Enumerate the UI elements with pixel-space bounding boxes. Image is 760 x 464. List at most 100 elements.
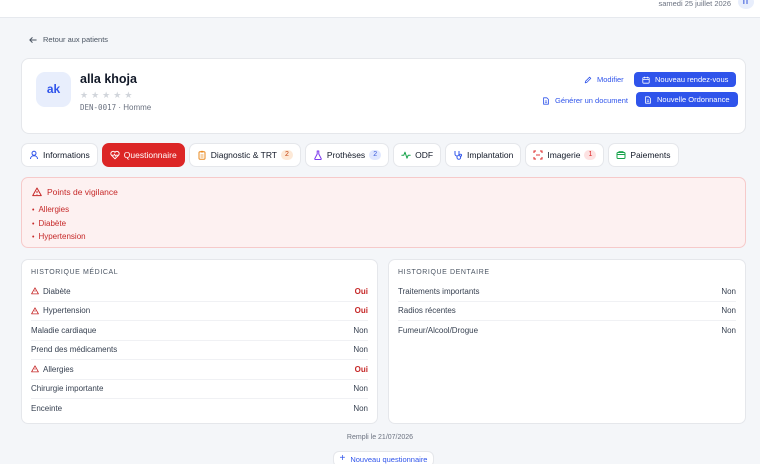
tab-label: Imagerie bbox=[547, 150, 581, 160]
star-icon[interactable]: ★ bbox=[102, 91, 110, 100]
patient-gender: Homme bbox=[123, 103, 152, 112]
tab-count-badge: 2 bbox=[369, 150, 382, 160]
wallet-icon bbox=[616, 151, 626, 159]
document-icon bbox=[645, 95, 651, 104]
stethoscope-icon bbox=[454, 151, 463, 160]
tab-protheses[interactable]: Prothèses 2 bbox=[304, 143, 390, 167]
alert-item: Hypertension bbox=[32, 230, 85, 244]
warning-icon bbox=[31, 287, 39, 295]
table-row: Maladie cardiaque Non bbox=[31, 321, 368, 341]
table-row: Fumeur/Alcool/Drogue Non bbox=[398, 321, 736, 341]
row-label: Fumeur/Alcool/Drogue bbox=[398, 326, 479, 336]
patient-rating[interactable]: ★ ★ ★ ★ ★ bbox=[80, 91, 132, 100]
row-label: Allergies bbox=[43, 364, 74, 374]
star-icon[interactable]: ★ bbox=[91, 91, 99, 100]
plus-icon: + bbox=[339, 453, 346, 464]
tab-questionnaire[interactable]: Questionnaire bbox=[101, 143, 185, 167]
table-row: Enceinte Non bbox=[31, 399, 368, 419]
tab-label: Prothèses bbox=[326, 150, 366, 160]
patient-meta: DEN-0017 · Homme bbox=[80, 103, 151, 112]
row-value: Oui bbox=[354, 364, 368, 374]
tab-informations[interactable]: Informations bbox=[21, 143, 98, 167]
user-icon bbox=[30, 150, 38, 160]
patient-code: DEN-0017 bbox=[80, 103, 117, 112]
tab-count-badge: 1 bbox=[584, 150, 597, 160]
tab-label: Informations bbox=[43, 150, 90, 160]
heart-pulse-icon bbox=[110, 150, 120, 160]
tab-implantation[interactable]: Implantation bbox=[445, 143, 522, 167]
warning-icon bbox=[32, 187, 42, 197]
patient-name: alla khoja bbox=[80, 72, 137, 86]
tab-label: Implantation bbox=[467, 150, 514, 160]
arrow-left-icon bbox=[29, 36, 37, 43]
table-row: Traitements importants Non bbox=[398, 282, 736, 302]
table-row: Allergies Oui bbox=[31, 360, 368, 380]
tab-label: Questionnaire bbox=[123, 150, 177, 160]
star-icon[interactable]: ★ bbox=[124, 91, 132, 100]
row-value: Non bbox=[721, 286, 736, 296]
edit-button[interactable]: Modifier bbox=[584, 75, 624, 84]
back-label: Retour aux patients bbox=[43, 35, 109, 44]
alert-list: Allergies Diabète Hypertension bbox=[32, 203, 86, 244]
row-label: Maladie cardiaque bbox=[31, 325, 97, 335]
table-row: Hypertension Oui bbox=[31, 302, 368, 321]
row-label: Prend des médicaments bbox=[31, 345, 118, 355]
tab-label: Diagnostic & TRT bbox=[210, 150, 277, 160]
filled-date: Rempli le 21/07/2026 bbox=[346, 434, 414, 441]
row-value: Oui bbox=[354, 306, 368, 316]
dental-history-panel: HISTORIQUE DENTAIRE Traitements importan… bbox=[388, 259, 746, 424]
table-row: Chirurgie importante Non bbox=[31, 380, 368, 399]
tab-count-badge: 2 bbox=[281, 150, 293, 160]
row-label: Radios récentes bbox=[398, 306, 456, 316]
tab-diagnostic[interactable]: Diagnostic & TRT 2 bbox=[188, 143, 301, 167]
new-questionnaire-label: Nouveau questionnaire bbox=[350, 454, 428, 464]
tab-label: Paiements bbox=[630, 150, 671, 160]
tab-imagerie[interactable]: Imagerie 1 bbox=[525, 143, 605, 167]
flask-icon bbox=[314, 150, 322, 160]
new-appointment-label: Nouveau rendez-vous bbox=[655, 75, 729, 84]
tab-odf[interactable]: ODF bbox=[393, 143, 442, 167]
row-value: Non bbox=[353, 345, 368, 355]
row-value: Non bbox=[721, 326, 736, 336]
row-value: Non bbox=[353, 404, 368, 414]
panel-title: HISTORIQUE DENTAIRE bbox=[398, 269, 490, 276]
pencil-icon bbox=[584, 76, 592, 83]
star-icon[interactable]: ★ bbox=[113, 91, 121, 100]
alert-title: Points de vigilance bbox=[32, 187, 118, 197]
star-icon[interactable]: ★ bbox=[80, 91, 88, 100]
new-prescription-button[interactable]: Nouvelle Ordonnance bbox=[636, 92, 738, 107]
vigilance-alert: Points de vigilance Allergies Diabète Hy… bbox=[21, 177, 746, 248]
document-icon bbox=[543, 96, 549, 105]
panel-title: HISTORIQUE MÉDICAL bbox=[31, 269, 119, 276]
patient-tabs: Informations Questionnaire Diagnostic & … bbox=[21, 143, 679, 167]
clipboard-icon bbox=[198, 150, 206, 160]
row-label: Hypertension bbox=[43, 306, 91, 316]
user-avatar[interactable]: IT bbox=[738, 0, 754, 9]
generate-document-label: Générer un document bbox=[555, 96, 628, 105]
table-row: Diabète Oui bbox=[31, 282, 368, 302]
back-to-patients-link[interactable]: Retour aux patients bbox=[29, 35, 108, 44]
row-value: Oui bbox=[354, 286, 368, 296]
row-label: Diabète bbox=[43, 286, 71, 296]
table-row: Radios récentes Non bbox=[398, 302, 736, 321]
row-value: Non bbox=[353, 384, 368, 394]
edit-label: Modifier bbox=[597, 75, 624, 84]
generate-document-button[interactable]: Générer un document bbox=[542, 96, 628, 105]
medical-history-panel: HISTORIQUE MÉDICAL Diabète Oui Hypertens… bbox=[21, 259, 378, 424]
patient-header-card: ak alla khoja ★ ★ ★ ★ ★ DEN-0017 · Homme… bbox=[21, 58, 746, 134]
row-label: Enceinte bbox=[31, 404, 63, 414]
top-bar: samedi 25 juillet 2026 IT bbox=[0, 0, 760, 18]
scan-icon bbox=[533, 150, 543, 160]
alert-item: Allergies bbox=[32, 203, 86, 217]
row-label: Chirurgie importante bbox=[31, 384, 104, 394]
medical-history-rows: Diabète Oui Hypertension Oui Maladie car… bbox=[31, 282, 368, 419]
new-appointment-button[interactable]: Nouveau rendez-vous bbox=[634, 72, 737, 87]
current-date: samedi 25 juillet 2026 bbox=[658, 0, 731, 8]
tab-label: ODF bbox=[415, 150, 434, 160]
tab-paiements[interactable]: Paiements bbox=[608, 143, 679, 167]
table-row: Prend des médicaments Non bbox=[31, 341, 368, 360]
row-value: Non bbox=[353, 325, 368, 335]
new-questionnaire-button[interactable]: + Nouveau questionnaire bbox=[333, 451, 434, 464]
row-label: Traitements importants bbox=[398, 286, 480, 296]
alert-title-text: Points de vigilance bbox=[47, 187, 118, 197]
